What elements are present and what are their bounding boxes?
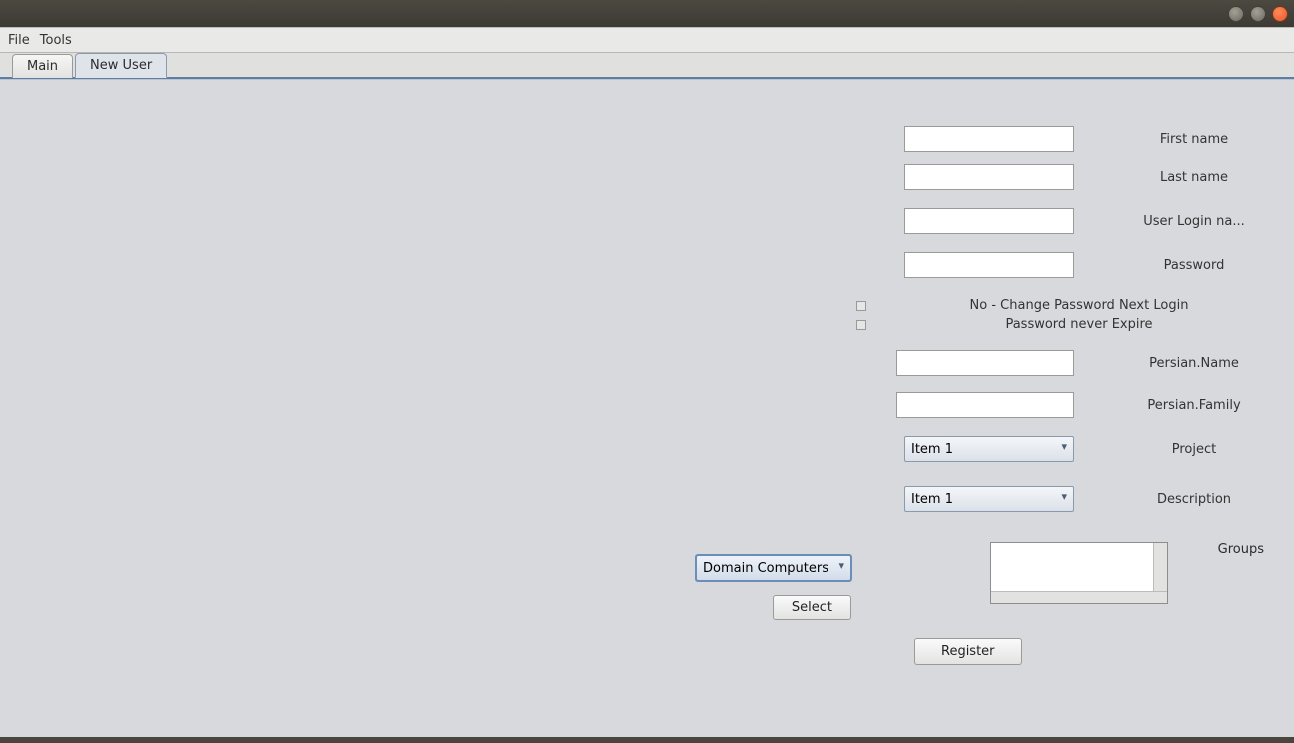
minimize-icon[interactable]	[1228, 6, 1244, 22]
groups-listbox[interactable]	[990, 542, 1168, 604]
maximize-icon[interactable]	[1250, 6, 1266, 22]
domain-select[interactable]: Domain Computers	[696, 555, 851, 581]
project-label: Project	[1124, 442, 1264, 457]
window-bottom-border	[0, 737, 1294, 743]
description-label: Description	[1124, 492, 1264, 507]
domain-area: Domain Computers Select	[696, 555, 851, 620]
password-input[interactable]	[904, 252, 1074, 278]
select-button[interactable]: Select	[773, 595, 851, 620]
register-button[interactable]: Register	[914, 638, 1022, 665]
user-login-input[interactable]	[904, 208, 1074, 234]
project-select[interactable]: Item 1	[904, 436, 1074, 462]
close-icon[interactable]	[1272, 6, 1288, 22]
tab-strip: Main New User	[0, 53, 1294, 79]
user-login-label: User Login na...	[1124, 214, 1264, 229]
groups-label: Groups	[1218, 542, 1264, 557]
persian-family-input[interactable]	[896, 392, 1074, 418]
first-name-label: First name	[1124, 132, 1264, 147]
last-name-input[interactable]	[904, 164, 1074, 190]
persian-name-label: Persian.Name	[1124, 356, 1264, 371]
first-name-input[interactable]	[904, 126, 1074, 152]
description-select[interactable]: Item 1	[904, 486, 1074, 512]
groups-vertical-scrollbar[interactable]	[1153, 543, 1167, 591]
window-titlebar	[0, 0, 1294, 27]
menu-file[interactable]: File	[8, 33, 30, 48]
domain-select-wrap: Domain Computers	[696, 555, 851, 581]
no-change-password-label: No - Change Password Next Login	[894, 298, 1264, 313]
last-name-label: Last name	[1124, 170, 1264, 185]
menubar: File Tools	[0, 28, 1294, 53]
project-select-wrap: Item 1	[904, 436, 1074, 462]
content-area: First name Last name User Login na... Pa…	[0, 79, 1294, 737]
groups-horizontal-scrollbar[interactable]	[991, 591, 1167, 603]
new-user-form: First name Last name User Login na... Pa…	[804, 126, 1264, 604]
app-window: File Tools Main New User First name Last…	[0, 27, 1294, 737]
description-select-wrap: Item 1	[904, 486, 1074, 512]
password-never-expire-checkbox[interactable]	[856, 320, 866, 330]
tab-main[interactable]: Main	[12, 54, 73, 78]
persian-name-input[interactable]	[896, 350, 1074, 376]
tab-new-user[interactable]: New User	[75, 53, 167, 78]
password-label: Password	[1124, 258, 1264, 273]
menu-tools[interactable]: Tools	[40, 33, 72, 48]
persian-family-label: Persian.Family	[1124, 398, 1264, 413]
no-change-password-checkbox[interactable]	[856, 301, 866, 311]
password-never-expire-label: Password never Expire	[894, 317, 1264, 332]
